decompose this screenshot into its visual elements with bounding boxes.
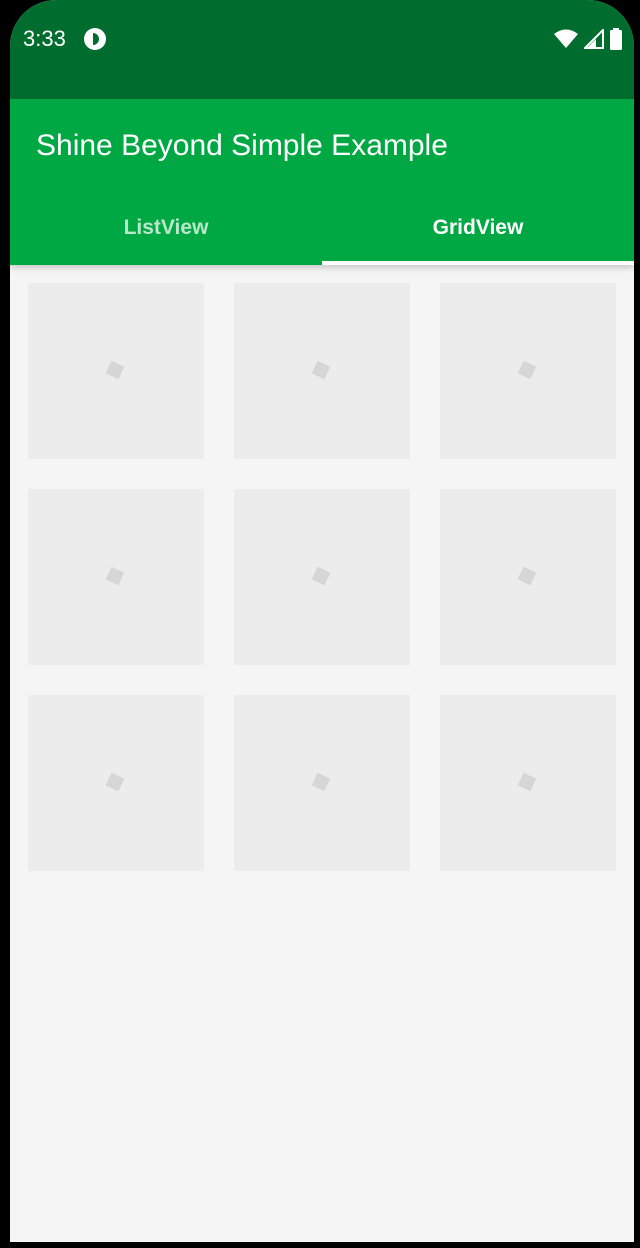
wifi-icon xyxy=(554,29,578,48)
status-icons xyxy=(554,28,622,50)
app-notification-icon xyxy=(84,28,106,50)
tab-gridview[interactable]: GridView xyxy=(322,195,634,261)
grid-item[interactable] xyxy=(440,283,616,459)
grid-item[interactable] xyxy=(234,695,410,871)
grid-item[interactable] xyxy=(440,489,616,665)
image-placeholder-icon xyxy=(517,566,537,586)
image-placeholder-icon xyxy=(311,772,331,792)
status-bar: 3:33 xyxy=(10,0,634,99)
tab-indicator xyxy=(322,261,634,265)
signal-icon xyxy=(584,29,604,49)
battery-icon xyxy=(610,28,622,50)
image-placeholder-icon xyxy=(105,772,125,792)
image-placeholder-icon xyxy=(311,360,331,380)
page-title: Shine Beyond Simple Example xyxy=(36,129,448,162)
grid-item[interactable] xyxy=(28,695,204,871)
grid-item[interactable] xyxy=(234,283,410,459)
image-placeholder-icon xyxy=(517,360,537,380)
image-placeholder-icon xyxy=(105,566,125,586)
app-bar: Shine Beyond Simple Example ListView Gri… xyxy=(10,99,634,265)
image-placeholder-icon xyxy=(105,360,125,380)
status-time: 3:33 xyxy=(23,26,66,51)
image-placeholder-icon xyxy=(517,772,537,792)
grid-item[interactable] xyxy=(28,489,204,665)
device-frame: 3:33 Shine Beyond Simple Example ListVie… xyxy=(0,0,640,1248)
grid-item[interactable] xyxy=(28,283,204,459)
image-placeholder-icon xyxy=(311,566,331,586)
tab-listview[interactable]: ListView xyxy=(10,195,322,261)
grid-item[interactable] xyxy=(234,489,410,665)
grid-item[interactable] xyxy=(440,695,616,871)
screen: 3:33 Shine Beyond Simple Example ListVie… xyxy=(10,0,634,1242)
